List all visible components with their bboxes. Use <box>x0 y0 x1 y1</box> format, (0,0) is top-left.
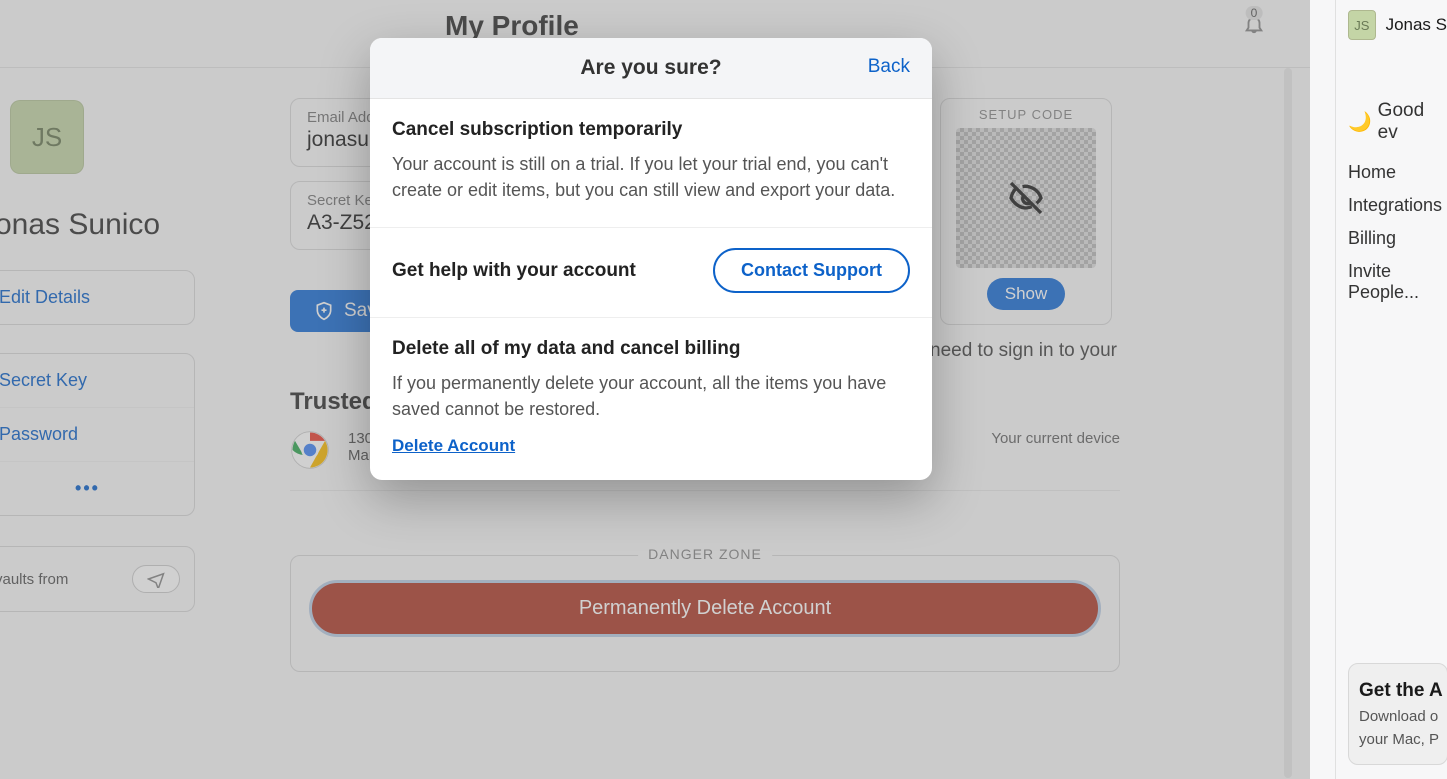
apps-promo[interactable]: Get the A Download o your Mac, P <box>1348 663 1447 765</box>
nav-billing[interactable]: Billing <box>1348 228 1447 249</box>
greeting: 🌙 Good ev <box>1348 100 1447 144</box>
nav-invite-people[interactable]: Invite People... <box>1348 261 1447 303</box>
modal-back-button[interactable]: Back <box>868 56 910 78</box>
drawer-nav: Home Integrations Billing Invite People.… <box>1348 162 1447 303</box>
confirm-modal: Are you sure? Back Cancel subscription t… <box>370 38 932 480</box>
cancel-subscription-title: Cancel subscription temporarily <box>392 119 910 141</box>
nav-home[interactable]: Home <box>1348 162 1447 183</box>
avatar-small: JS <box>1348 10 1376 40</box>
get-help-title: Get help with your account <box>392 260 636 282</box>
delete-data-body: If you permanently delete your account, … <box>392 370 910 422</box>
delete-account-link[interactable]: Delete Account <box>392 436 515 456</box>
contact-support-button[interactable]: Contact Support <box>713 248 910 293</box>
nav-integrations[interactable]: Integrations <box>1348 195 1447 216</box>
right-drawer: JS Jonas S 🌙 Good ev Home Integrations B… <box>1335 0 1447 779</box>
modal-title: Are you sure? <box>392 56 910 80</box>
cancel-subscription-body: Your account is still on a trial. If you… <box>392 151 910 203</box>
account-name: Jonas S <box>1386 15 1447 35</box>
account-switcher[interactable]: JS Jonas S <box>1348 10 1447 40</box>
delete-data-title: Delete all of my data and cancel billing <box>392 338 910 360</box>
moon-icon: 🌙 <box>1348 110 1372 134</box>
